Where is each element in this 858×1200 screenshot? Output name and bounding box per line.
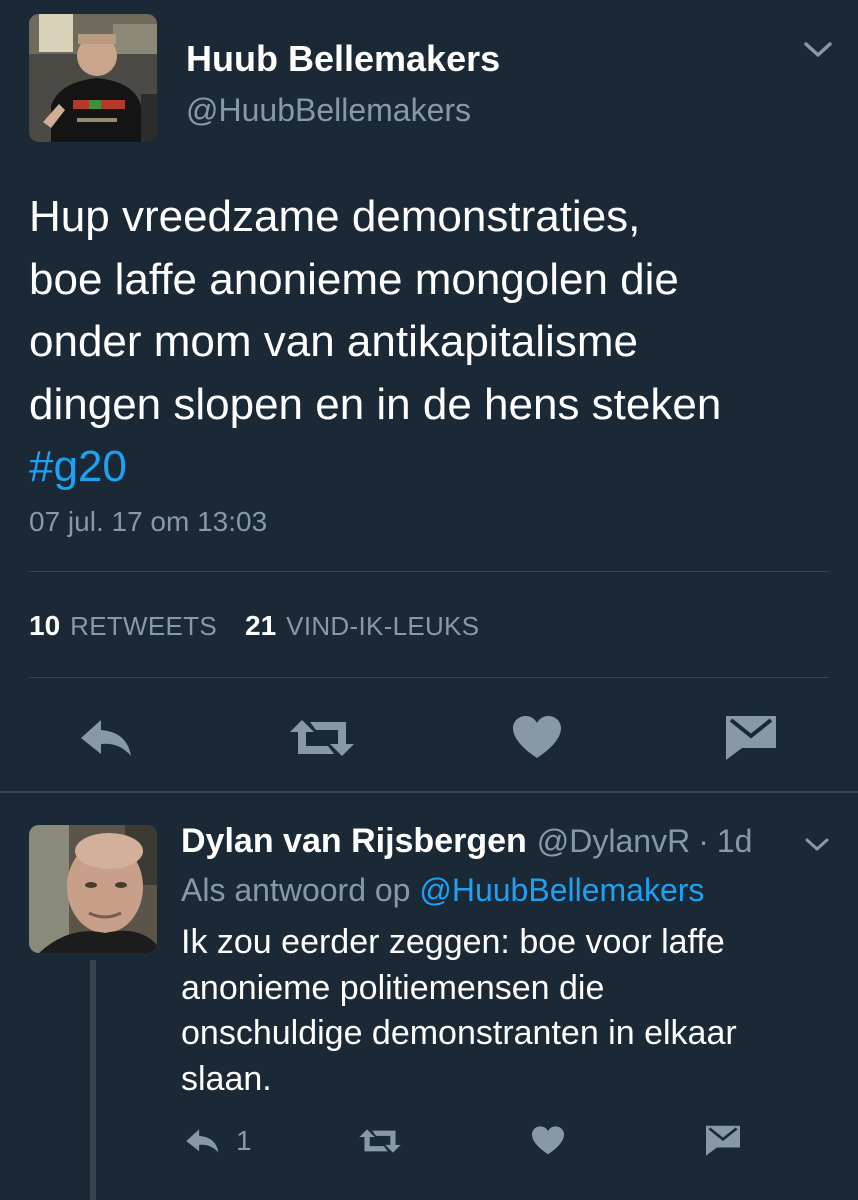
mention-link[interactable]: @HuubBellemakers <box>419 872 704 908</box>
reply-icon <box>186 1129 219 1153</box>
reply-author-avatar[interactable] <box>29 825 157 953</box>
reply-icon <box>81 720 131 756</box>
divider <box>29 677 829 678</box>
chevron-down-icon[interactable] <box>804 837 830 853</box>
heart-icon <box>513 716 561 758</box>
tweet-timestamp: 07 jul. 17 om 13:03 <box>29 506 268 537</box>
tweet-text-line: dingen slopen en in de hens steken <box>29 379 722 429</box>
chevron-down-icon[interactable] <box>802 40 834 60</box>
reply-age: 1d <box>716 823 753 859</box>
author-handle[interactable]: @HuubBellemakers <box>186 92 471 129</box>
retweets-label[interactable]: RETWEETS <box>70 611 217 642</box>
reply-text: Ik zou eerder zeggen: boe voor laffe ano… <box>181 920 831 1102</box>
direct-message-button[interactable] <box>726 714 776 760</box>
divider <box>0 791 858 793</box>
reply-button[interactable] <box>79 716 135 760</box>
message-icon <box>726 716 776 760</box>
reply-text-line: onschuldige demonstranten in elkaar <box>181 1014 737 1052</box>
tweet-text-line: boe laffe anonieme mongolen die <box>29 254 679 304</box>
reply-author-name[interactable]: Dylan van Rijsbergen <box>181 822 527 861</box>
reply-text-line: anonieme politiemensen die <box>181 968 605 1007</box>
reply-count: 1 <box>236 1125 252 1156</box>
heart-icon <box>532 1126 564 1155</box>
reply-like-button[interactable] <box>532 1126 564 1156</box>
thread-line <box>90 960 96 1200</box>
meta-separator: · <box>698 823 709 859</box>
retweet-icon <box>290 720 354 756</box>
retweets-count[interactable]: 10 <box>29 610 60 642</box>
reply-reply-button[interactable] <box>185 1126 221 1156</box>
author-name[interactable]: Huub Bellemakers <box>186 38 500 80</box>
likes-label[interactable]: VIND-IK-LEUKS <box>286 611 479 642</box>
reply-header: Dylan van Rijsbergen @DylanvR · 1d <box>181 822 752 861</box>
reply-author-handle[interactable]: @DylanvR <box>537 823 690 860</box>
reply-message-button[interactable] <box>706 1124 740 1156</box>
tweet-text-line: Hup vreedzame demonstraties, <box>29 192 641 241</box>
tweet-stats: 10 RETWEETS 21 VIND-IK-LEUKS <box>29 610 507 642</box>
like-button[interactable] <box>513 716 561 760</box>
reply-context-prefix: Als antwoord op <box>181 872 411 908</box>
retweet-icon <box>359 1129 401 1153</box>
retweet-button[interactable] <box>288 718 356 758</box>
reply-text-line: slaan. <box>181 1059 272 1098</box>
message-icon <box>706 1125 740 1156</box>
reply-text-line: Ik zou eerder zeggen: boe voor laffe <box>181 923 725 961</box>
author-avatar[interactable] <box>29 14 157 142</box>
likes-count[interactable]: 21 <box>245 610 276 642</box>
divider <box>29 571 829 572</box>
tweet-text-line: onder mom van antikapitalisme <box>29 317 638 366</box>
reply-retweet-button[interactable] <box>358 1127 402 1155</box>
tweet-text: Hup vreedzame demonstraties, boe laffe a… <box>29 186 839 499</box>
reply-context: Als antwoord op @HuubBellemakers <box>181 872 704 909</box>
hashtag-link[interactable]: #g20 <box>29 436 839 499</box>
